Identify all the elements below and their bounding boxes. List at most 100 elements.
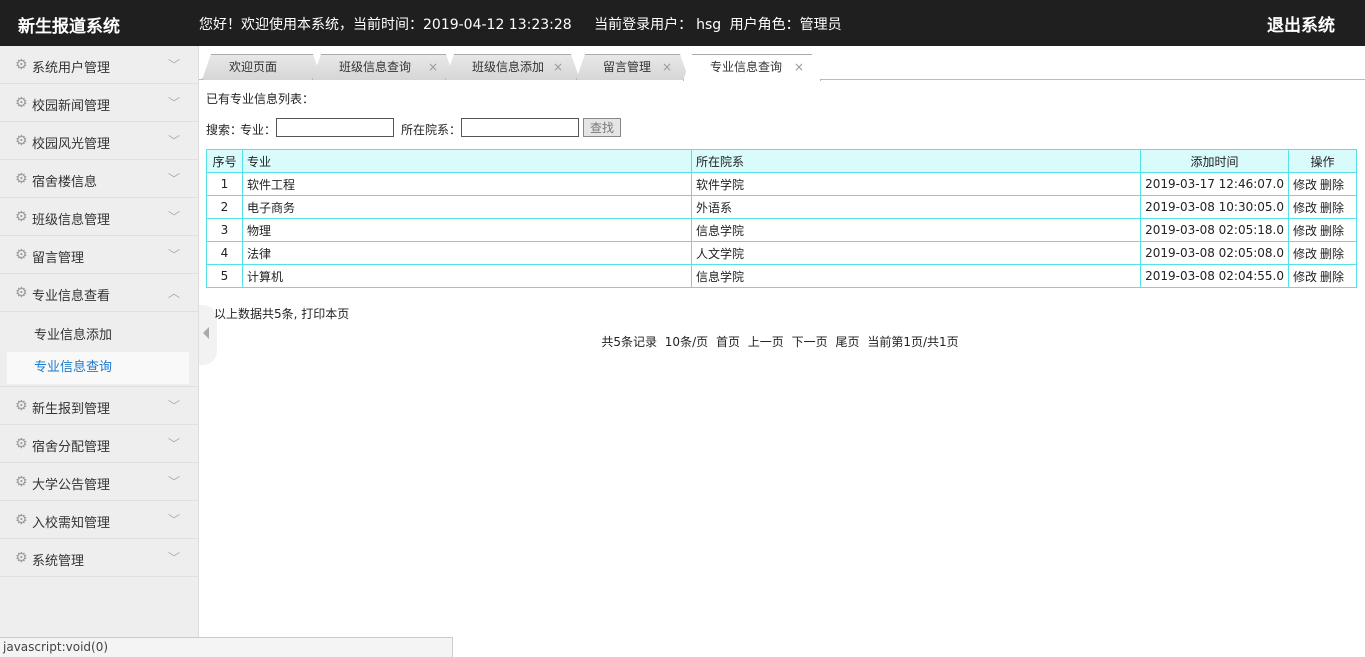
sidebar-item-campus-scenery[interactable]: ⚙ 校园风光管理 ﹀ <box>0 122 198 160</box>
tab-welcome[interactable]: 欢迎页面 <box>202 54 322 80</box>
sidebar-item-label: 大学公告管理 <box>32 478 111 493</box>
delete-link[interactable]: 删除 <box>1320 247 1344 261</box>
sidebar-item-class-info[interactable]: ⚙ 班级信息管理 ﹀ <box>0 198 198 236</box>
edit-link[interactable]: 修改 <box>1293 201 1317 215</box>
table-row: 2 电子商务 外语系 2019-03-08 10:30:05.0 修改 删除 <box>206 195 1357 219</box>
cell-dept: 人文学院 <box>691 241 1142 265</box>
close-icon[interactable]: × <box>553 55 563 79</box>
sidebar-item-label: 专业信息查看 <box>32 289 111 304</box>
sidebar-item-label: 系统管理 <box>32 554 85 569</box>
logout-button[interactable]: 退出系统 <box>1267 11 1335 36</box>
chevron-down-icon: ﹀ <box>167 134 180 148</box>
tab-label: 班级信息查询 <box>339 60 412 74</box>
pager-last[interactable]: 尾页 <box>835 335 859 349</box>
close-icon[interactable]: × <box>428 55 438 79</box>
table-row: 1 软件工程 软件学院 2019-03-17 12:46:07.0 修改 删除 <box>206 172 1357 196</box>
col-dept: 所在院系 <box>691 149 1142 173</box>
cell-no: 1 <box>206 172 243 196</box>
welcome-text: 您好！欢迎使用本系统，当前时间：2019-04-12 13:23:28 <box>199 17 572 33</box>
sidebar-item-label: 宿舍楼信息 <box>32 175 98 190</box>
table-header-row: 序号 专业 所在院系 添加时间 操作 <box>206 149 1357 173</box>
gear-icon: ⚙ <box>15 285 28 301</box>
chevron-down-icon: ﹀ <box>167 172 180 186</box>
gear-icon: ⚙ <box>15 133 28 149</box>
cell-dept: 外语系 <box>691 195 1142 219</box>
print-link[interactable]: 打印本页 <box>301 307 349 321</box>
edit-link[interactable]: 修改 <box>1293 178 1317 192</box>
sidebar-item-label: 入校需知管理 <box>32 516 111 531</box>
cell-time: 2019-03-08 02:04:55.0 <box>1140 264 1290 288</box>
delete-link[interactable]: 删除 <box>1320 224 1344 238</box>
cell-major: 物理 <box>241 218 693 242</box>
gear-icon: ⚙ <box>15 550 28 566</box>
sidebar-item-dorm-assign[interactable]: ⚙ 宿舍分配管理 ﹀ <box>0 425 198 463</box>
cell-no: 3 <box>206 218 243 242</box>
close-icon[interactable]: × <box>794 55 804 79</box>
sidebar-item-label: 系统用户管理 <box>32 61 111 76</box>
tab-class-query[interactable]: 班级信息查询 × <box>312 54 455 80</box>
sidebar-subitem-major-add[interactable]: 专业信息添加 <box>7 320 189 352</box>
app-logo: 新生报道系统 <box>18 17 120 37</box>
summary-line: 以上数据共5条, 打印本页 <box>214 305 349 322</box>
tab-bar: 欢迎页面 班级信息查询 × 班级信息添加 × 留言管理 × 专业信息查询 × <box>199 46 1365 80</box>
edit-link[interactable]: 修改 <box>1293 270 1317 284</box>
chevron-down-icon: ﹀ <box>167 96 180 110</box>
col-time: 添加时间 <box>1140 149 1290 173</box>
tab-class-add[interactable]: 班级信息添加 × <box>445 54 580 80</box>
col-actions: 操作 <box>1288 149 1357 173</box>
table-row: 5 计算机 信息学院 2019-03-08 02:04:55.0 修改 删除 <box>206 264 1357 288</box>
gear-icon: ⚙ <box>15 436 28 452</box>
sidebar-item-system-management[interactable]: ⚙ 系统管理 ﹀ <box>0 539 198 577</box>
chevron-up-icon: ︿ <box>167 286 180 300</box>
close-icon[interactable]: × <box>662 55 672 79</box>
cell-major: 计算机 <box>241 264 693 288</box>
cell-actions: 修改 删除 <box>1288 172 1357 196</box>
sidebar-item-label: 班级信息管理 <box>32 213 111 228</box>
cell-time: 2019-03-17 12:46:07.0 <box>1140 172 1290 196</box>
cell-time: 2019-03-08 02:05:08.0 <box>1140 241 1290 265</box>
sidebar-item-label: 宿舍分配管理 <box>32 440 111 455</box>
gear-icon: ⚙ <box>15 398 28 414</box>
delete-link[interactable]: 删除 <box>1320 178 1344 192</box>
edit-link[interactable]: 修改 <box>1293 247 1317 261</box>
sidebar-item-admission-notes[interactable]: ⚙ 入校需知管理 ﹀ <box>0 501 198 539</box>
major-label: 专业： <box>240 123 277 137</box>
delete-link[interactable]: 删除 <box>1320 201 1344 215</box>
sidebar-item-announcements[interactable]: ⚙ 大学公告管理 ﹀ <box>0 463 198 501</box>
chevron-down-icon: ﹀ <box>167 437 180 451</box>
tab-messages[interactable]: 留言管理 × <box>576 54 689 80</box>
delete-link[interactable]: 删除 <box>1320 270 1344 284</box>
chevron-down-icon: ﹀ <box>167 399 180 413</box>
sidebar-item-system-users[interactable]: ⚙ 系统用户管理 ﹀ <box>0 46 198 84</box>
list-title: 已有专业信息列表： <box>206 92 315 106</box>
pager-prev[interactable]: 上一页 <box>748 335 784 349</box>
sidebar-submenu: 专业信息添加 专业信息查询 <box>0 312 198 387</box>
edit-link[interactable]: 修改 <box>1293 224 1317 238</box>
gear-icon: ⚙ <box>15 512 28 528</box>
current-user: hsg <box>696 17 722 33</box>
sidebar-item-major-info[interactable]: ⚙ 专业信息查看 ︿ <box>0 274 198 312</box>
dept-search-input[interactable] <box>461 118 579 137</box>
pager-next[interactable]: 下一页 <box>792 335 828 349</box>
tab-major-query[interactable]: 专业信息查询 × <box>683 54 821 81</box>
gear-icon: ⚙ <box>15 171 28 187</box>
sidebar: ⚙ 系统用户管理 ﹀ ⚙ 校园新闻管理 ﹀ ⚙ 校园风光管理 ﹀ ⚙ 宿舍楼信息… <box>0 46 199 657</box>
sidebar-item-campus-news[interactable]: ⚙ 校园新闻管理 ﹀ <box>0 84 198 122</box>
table-row: 4 法律 人文学院 2019-03-08 02:05:08.0 修改 删除 <box>206 241 1357 265</box>
sidebar-item-messages[interactable]: ⚙ 留言管理 ﹀ <box>0 236 198 274</box>
search-button[interactable]: 查找 <box>583 118 621 137</box>
browser-status-bar: javascript:void(0) <box>0 637 453 657</box>
sidebar-item-dormitory-info[interactable]: ⚙ 宿舍楼信息 ﹀ <box>0 160 198 198</box>
tab-label: 欢迎页面 <box>229 60 278 74</box>
pager-first[interactable]: 首页 <box>716 335 740 349</box>
major-search-input[interactable] <box>276 118 394 137</box>
sidebar-subitem-major-query[interactable]: 专业信息查询 <box>7 352 189 384</box>
gear-icon: ⚙ <box>15 474 28 490</box>
gear-icon: ⚙ <box>15 247 28 263</box>
sidebar-item-enrollment[interactable]: ⚙ 新生报到管理 ﹀ <box>0 387 198 425</box>
sidebar-item-label: 新生报到管理 <box>32 402 111 417</box>
cell-actions: 修改 删除 <box>1288 195 1357 219</box>
cell-actions: 修改 删除 <box>1288 218 1357 242</box>
cell-no: 5 <box>206 264 243 288</box>
gear-icon: ⚙ <box>15 209 28 225</box>
